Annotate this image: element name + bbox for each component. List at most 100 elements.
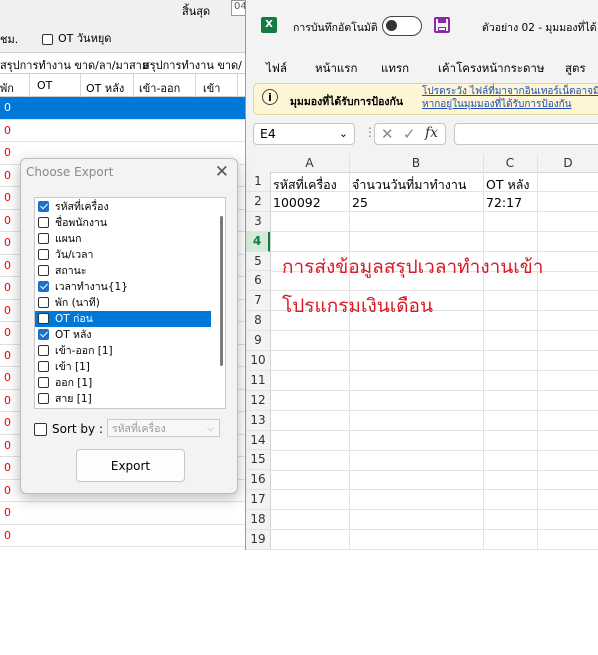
field-checkbox[interactable]	[38, 217, 49, 228]
table-row[interactable]: 0	[0, 502, 248, 525]
row-header[interactable]: 6	[246, 271, 270, 292]
insert-function-icon[interactable]: fx	[425, 125, 438, 141]
field-checkbox[interactable]	[38, 281, 49, 292]
protected-view-message[interactable]: โปรดระวัง ไฟล์ที่มาจากอินเทอร์เน็ตอาจมีไ…	[422, 85, 598, 111]
export-field-item[interactable]: เข้า [1]	[35, 359, 225, 375]
column-header-in-out[interactable]: เข้า-ออก	[139, 79, 180, 97]
field-checkbox[interactable]	[38, 329, 49, 340]
row-header[interactable]: 16	[246, 470, 270, 491]
tab-insert[interactable]: แทรก	[381, 60, 409, 78]
table-row[interactable]: 0	[0, 119, 248, 142]
field-checkbox[interactable]	[38, 377, 49, 388]
cell-a1[interactable]: รหัสที่เครื่อง	[273, 175, 337, 195]
column-header-a[interactable]: A	[270, 156, 349, 170]
tab-file[interactable]: ไฟล์	[266, 60, 287, 78]
column-header-ot[interactable]: OT	[37, 79, 52, 92]
export-field-item[interactable]: เข้า-ออก [1]	[35, 343, 225, 359]
field-checkbox[interactable]	[38, 393, 49, 404]
tab-page-layout[interactable]: เค้าโครงหน้ากระดาษ	[438, 60, 544, 78]
row-header[interactable]: 7	[246, 291, 270, 312]
export-field-item[interactable]: สถานะ	[35, 263, 225, 279]
export-field-item[interactable]: พัก (นาที)	[35, 295, 225, 311]
field-checkbox[interactable]	[38, 233, 49, 244]
row-header[interactable]: 4	[246, 231, 270, 252]
name-box[interactable]: E4 ⌄	[253, 123, 355, 145]
column-header-ot-after[interactable]: OT หลัง	[86, 79, 124, 97]
row-header[interactable]: 15	[246, 450, 270, 471]
field-checkbox[interactable]	[38, 345, 49, 356]
chevron-down-icon[interactable]: ⌄	[339, 124, 348, 144]
row-value: 0	[4, 326, 11, 339]
row-header[interactable]: 8	[246, 311, 270, 332]
export-field-item[interactable]: ชื่อพนักงาน	[35, 215, 225, 231]
column-header-d[interactable]: D	[537, 156, 598, 170]
field-checkbox[interactable]	[38, 361, 49, 372]
export-field-list[interactable]: รหัสที่เครื่อง ชื่อพนักงาน แผนกวัน/เวลาสถา…	[34, 197, 226, 409]
cell-a2[interactable]: 100092	[273, 195, 321, 210]
row-header[interactable]: 5	[246, 252, 270, 272]
row-header[interactable]: 11	[246, 371, 270, 391]
row-header[interactable]: 13	[246, 411, 270, 431]
cell-c1[interactable]: OT หลัง	[486, 175, 529, 195]
export-field-item[interactable]: วัน/เวลา	[35, 247, 225, 263]
row-header[interactable]: 1	[246, 172, 270, 192]
row-value: 0	[4, 168, 11, 182]
export-field-item[interactable]: สาย [1]	[35, 391, 225, 407]
export-field-item[interactable]: OT หลัง	[35, 327, 225, 343]
table-row[interactable]: 0	[0, 524, 248, 547]
export-button[interactable]: Export	[76, 449, 185, 482]
list-scrollbar[interactable]	[220, 216, 223, 366]
table-row[interactable]: 0	[0, 97, 248, 120]
protected-view-message-1[interactable]: โปรดระวัง ไฟล์ที่มาจากอินเทอร์เน็ตอาจมีไ…	[422, 86, 598, 97]
formula-input[interactable]	[454, 123, 598, 145]
chevron-down-icon[interactable]: ⌵	[207, 420, 214, 438]
protected-view-bar: i มุมมองที่ได้รับการป้องกัน โปรดระวัง ไฟ…	[253, 83, 598, 115]
export-field-item[interactable]: OT ก่อน	[35, 311, 211, 327]
export-field-item[interactable]: รหัสที่เครื่อง	[35, 199, 225, 215]
autosave-toggle[interactable]	[382, 16, 422, 36]
cell-b1[interactable]: จำนวนวันที่มาทำงาน	[352, 175, 466, 195]
row-header[interactable]: 14	[246, 431, 270, 451]
worksheet[interactable]: A B C D 1 2 3 4 5 6 7 8 9 10 11 12 13 14 15 16 17 18 19 รห…	[246, 154, 598, 550]
cancel-icon[interactable]: ✕	[381, 125, 394, 143]
row-value: 0	[4, 348, 11, 362]
row-header[interactable]: 9	[246, 331, 270, 352]
row-header[interactable]: 12	[246, 391, 270, 411]
export-field-item[interactable]: เวลาทำงาน{1}	[35, 279, 225, 295]
row-header[interactable]: 17	[246, 490, 270, 511]
field-checkbox[interactable]	[38, 265, 49, 276]
check-icon[interactable]: ✓	[403, 125, 416, 143]
table-row[interactable]: 0	[0, 547, 248, 550]
field-checkbox[interactable]	[38, 297, 49, 308]
tab-formulas[interactable]: สูตร	[565, 60, 586, 78]
row-headers: 1 2 3 4 5 6 7 8 9 10 11 12 13 14 15 16 17 18 19	[246, 172, 271, 550]
export-field-item[interactable]: ออก [1]	[35, 375, 225, 391]
row-header[interactable]: 3	[246, 212, 270, 232]
export-field-item[interactable]: แผนก	[35, 231, 225, 247]
column-header-in[interactable]: เข้า	[203, 79, 220, 97]
row-header[interactable]: 10	[246, 351, 270, 371]
field-checkbox[interactable]	[38, 249, 49, 260]
row-header[interactable]: 18	[246, 510, 270, 531]
sort-by-value: รหัสที่เครื่อง	[112, 423, 166, 435]
row-header[interactable]: 19	[246, 530, 270, 550]
field-checkbox[interactable]	[38, 201, 49, 212]
column-header-c[interactable]: C	[483, 156, 537, 170]
row-header[interactable]: 2	[246, 192, 270, 212]
column-header-break[interactable]: พัก	[0, 79, 14, 97]
protected-view-message-2[interactable]: หากอยู่ในมุมมองที่ได้รับการป้องกัน	[422, 99, 572, 110]
field-checkbox[interactable]	[38, 313, 49, 324]
holiday-ot-checkbox[interactable]	[42, 33, 53, 45]
tab-home[interactable]: หน้าแรก	[315, 60, 357, 78]
close-icon[interactable]: ✕	[215, 162, 229, 182]
cell-c2[interactable]: 72:17	[486, 195, 522, 210]
group-header-1: สรุปการทำงาน ขาด/ลา/มาสาย	[0, 59, 149, 72]
field-label: วัน/เวลา	[55, 249, 94, 261]
sort-by-select[interactable]: รหัสที่เครื่อง ⌵	[107, 419, 220, 437]
sort-by-checkbox[interactable]	[34, 423, 47, 436]
cell-b2[interactable]: 25	[352, 195, 368, 210]
holiday-ot-option[interactable]: OT วันหยุด	[42, 29, 111, 47]
column-header-b[interactable]: B	[349, 156, 483, 170]
save-icon[interactable]	[434, 17, 450, 33]
field-label: เข้า-ออก [1]	[55, 345, 113, 357]
